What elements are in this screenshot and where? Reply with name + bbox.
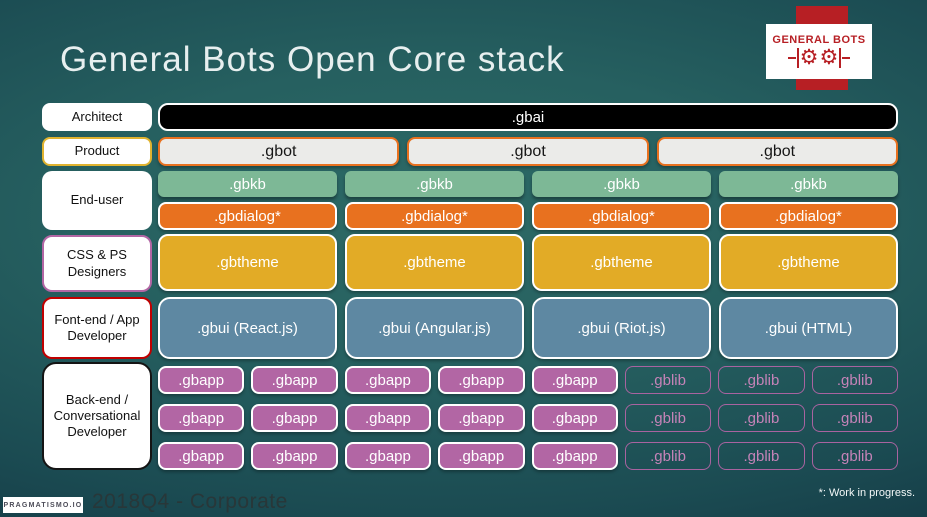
gear-bar-right: [839, 48, 842, 68]
gblib-box: .gblib: [718, 366, 805, 394]
gbapp-box: .gbapp: [438, 442, 525, 470]
gbapp-box: .gbapp: [531, 366, 618, 394]
gbtheme-box: .gbtheme: [345, 234, 524, 291]
page-title: General Bots Open Core stack: [60, 40, 565, 79]
gbui-react-box: .gbui (React.js): [158, 297, 337, 359]
gbapp-box: .gbapp: [344, 442, 432, 470]
gbapp-box: .gbapp: [158, 404, 245, 432]
gbapp-box: .gbapp: [251, 404, 338, 432]
gbui-angular-box: .gbui (Angular.js): [345, 297, 524, 359]
label-product: Product: [42, 137, 152, 166]
gblib-box: .gblib: [811, 404, 898, 432]
gbtheme-box: .gbtheme: [532, 234, 711, 291]
gbapp-box: .gbapp: [251, 366, 338, 394]
gbot-box: .gbot: [407, 137, 649, 166]
gears-icon: ⚙ ⚙: [787, 46, 851, 69]
gblib-box: .gblib: [624, 442, 712, 470]
pragmatismo-brand: PRAGMATISMO.IO: [3, 497, 83, 513]
backend-row: .gbapp .gbapp .gbapp .gbapp .gbapp .gbli…: [158, 404, 898, 432]
backend-row: .gbapp .gbapp .gbapp .gbapp .gbapp .gbli…: [158, 366, 898, 394]
gbapp-box: .gbapp: [531, 442, 618, 470]
gbdialog-box: .gbdialog*: [158, 202, 337, 230]
gear-bar-left: [796, 48, 799, 68]
gear-icon: ⚙: [819, 46, 839, 69]
gbapp-box: .gbapp: [531, 404, 618, 432]
gbkb-box: .gbkb: [719, 171, 898, 197]
gbot-row: .gbot .gbot .gbot: [158, 137, 898, 166]
gbapp-box: .gbapp: [158, 366, 245, 394]
gbkb-box: .gbkb: [158, 171, 337, 197]
slide: General Bots Open Core stack GENERAL BOT…: [0, 0, 927, 517]
gbkb-box: .gbkb: [532, 171, 711, 197]
footer-caption: 2018Q4 - Corporate: [92, 490, 288, 513]
gbapp-box: .gbapp: [344, 404, 432, 432]
gblib-box: .gblib: [718, 442, 805, 470]
gbdialog-row: .gbdialog* .gbdialog* .gbdialog* .gbdial…: [158, 202, 898, 230]
label-architect: Architect: [42, 103, 152, 131]
gblib-box: .gblib: [811, 366, 898, 394]
gbui-html-box: .gbui (HTML): [719, 297, 898, 359]
gear-line-left: [787, 57, 796, 59]
logo-text: GENERAL BOTS: [772, 34, 866, 46]
gbapp-box: .gbapp: [251, 442, 338, 470]
label-end-user: End-user: [42, 171, 152, 230]
gbui-riot-box: .gbui (Riot.js): [532, 297, 711, 359]
gblib-box: .gblib: [811, 442, 898, 470]
gblib-box: .gblib: [624, 404, 712, 432]
gbai-box: .gbai: [158, 103, 898, 131]
work-in-progress-note: *: Work in progress.: [818, 487, 915, 499]
gbot-box: .gbot: [158, 137, 400, 166]
gbapp-box: .gbapp: [344, 366, 432, 394]
gbtheme-box: .gbtheme: [158, 234, 337, 291]
gear-icon: ⚙: [799, 46, 819, 69]
gbkb-row: .gbkb .gbkb .gbkb .gbkb: [158, 171, 898, 197]
gblib-box: .gblib: [718, 404, 805, 432]
gear-line-right: [842, 57, 851, 59]
gbapp-box: .gbapp: [158, 442, 245, 470]
general-bots-logo: GENERAL BOTS ⚙ ⚙: [766, 24, 872, 79]
gbui-row: .gbui (React.js) .gbui (Angular.js) .gbu…: [158, 297, 898, 359]
gbdialog-box: .gbdialog*: [532, 202, 711, 230]
label-backend-conversational-developer: Back-end / Conversational Developer: [42, 362, 152, 470]
gbtheme-row: .gbtheme .gbtheme .gbtheme .gbtheme: [158, 234, 898, 291]
label-frontend-app-developer: Font-end / App Developer: [42, 297, 152, 359]
gbdialog-box: .gbdialog*: [345, 202, 524, 230]
gbdialog-box: .gbdialog*: [719, 202, 898, 230]
gbtheme-box: .gbtheme: [719, 234, 898, 291]
gbkb-box: .gbkb: [345, 171, 524, 197]
gbot-box: .gbot: [656, 137, 898, 166]
gblib-box: .gblib: [624, 366, 712, 394]
label-css-ps-designers: CSS & PS Designers: [42, 235, 152, 292]
backend-row: .gbapp .gbapp .gbapp .gbapp .gbapp .gbli…: [158, 442, 898, 470]
gbapp-box: .gbapp: [438, 366, 525, 394]
gbapp-box: .gbapp: [438, 404, 525, 432]
